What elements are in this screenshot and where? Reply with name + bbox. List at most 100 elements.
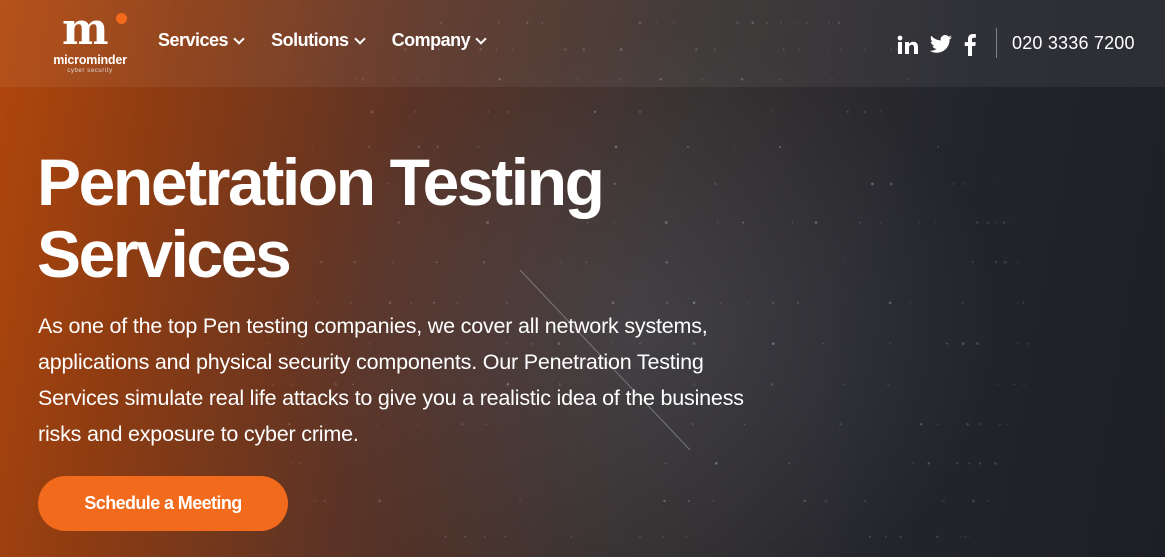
globe-dot	[410, 301, 413, 304]
logo-accent-dot	[116, 13, 127, 24]
globe-dot	[961, 342, 965, 346]
globe-dot	[414, 110, 417, 113]
facebook-icon[interactable]	[963, 33, 977, 57]
globe-dot	[963, 182, 967, 186]
globe-dot	[909, 342, 912, 345]
globe-dot	[638, 535, 642, 538]
globe-dot	[323, 500, 326, 502]
globe-dot	[720, 302, 722, 304]
nav-company-label: Company	[391, 30, 471, 50]
nav-solutions[interactable]: Solutions	[271, 30, 366, 51]
linkedin-icon[interactable]	[897, 33, 919, 57]
globe-dot	[388, 301, 392, 305]
globe-dot	[588, 462, 590, 465]
globe-dot	[937, 423, 939, 425]
globe-dot	[474, 500, 477, 502]
globe-dot	[1010, 342, 1012, 345]
globe-dot	[1022, 382, 1026, 386]
globe-dot	[983, 183, 985, 185]
nav-services[interactable]: Services	[158, 30, 245, 51]
globe-dot	[960, 535, 962, 538]
globe-dot	[843, 383, 846, 386]
globe-dot	[662, 536, 664, 538]
globe-dot	[638, 110, 642, 114]
globe-dot	[1011, 221, 1014, 224]
globe-dot	[889, 342, 892, 345]
globe-dot	[968, 536, 970, 538]
globe-dot	[370, 110, 374, 114]
globe-dot	[942, 499, 946, 503]
globe-dot	[885, 536, 887, 538]
page-title: Penetration Testing Services	[37, 146, 757, 290]
globe-dot	[868, 535, 871, 538]
globe-dot	[1016, 301, 1019, 304]
globe-dot	[978, 462, 982, 465]
globe-dot	[444, 535, 447, 538]
globe-dot	[937, 145, 940, 148]
globe-dot	[1003, 260, 1007, 264]
globe-dot	[934, 221, 937, 224]
schedule-meeting-button[interactable]: Schedule a Meeting	[38, 476, 288, 531]
globe-dot	[998, 423, 1001, 426]
globe-dot	[964, 535, 967, 538]
globe-dot	[290, 462, 293, 465]
hero-description: As one of the top Pen testing companies,…	[38, 314, 744, 446]
globe-dot	[968, 462, 971, 465]
globe-dot	[861, 423, 864, 426]
twitter-icon[interactable]	[929, 33, 953, 57]
globe-dot	[746, 302, 748, 304]
globe-dot	[487, 110, 490, 113]
globe-dot	[846, 111, 849, 113]
top-navigation-bar: m microminder cyber security Services So…	[0, 0, 1165, 87]
header-divider	[996, 28, 997, 58]
globe-dot	[839, 423, 842, 426]
phone-number[interactable]: 020 3336 7200	[1012, 33, 1135, 54]
social-links	[897, 33, 977, 57]
globe-dot	[870, 182, 874, 186]
globe-dot	[946, 342, 949, 345]
globe-dot	[714, 462, 718, 465]
globe-dot	[506, 301, 508, 304]
globe-dot	[952, 182, 955, 186]
globe-dot	[1006, 423, 1009, 426]
globe-dot	[1017, 261, 1019, 264]
globe-dot	[880, 221, 882, 224]
globe-dot	[797, 301, 800, 304]
globe-dot	[824, 499, 828, 503]
globe-dot	[788, 462, 790, 465]
globe-dot	[711, 499, 715, 503]
globe-dot	[909, 302, 911, 304]
globe-dot	[687, 500, 690, 502]
globe-dot	[971, 499, 975, 503]
globe-dot	[507, 110, 510, 114]
globe-dot	[995, 221, 998, 224]
nav-solutions-label: Solutions	[271, 30, 349, 50]
globe-dot	[956, 462, 959, 465]
globe-dot	[936, 535, 939, 538]
nav-company[interactable]: Company	[391, 30, 487, 51]
microminder-logo[interactable]: m microminder cyber security	[48, 8, 132, 76]
globe-dot	[863, 110, 866, 113]
globe-dot	[518, 499, 522, 503]
globe-dot	[663, 499, 666, 503]
globe-dot	[888, 301, 892, 305]
logo-wordmark: microminder	[53, 53, 127, 67]
globe-dot	[314, 500, 316, 502]
globe-dot	[692, 301, 696, 305]
globe-dot	[449, 111, 451, 113]
globe-dot	[378, 499, 381, 503]
globe-dot	[975, 221, 979, 224]
globe-dot	[899, 535, 903, 539]
globe-dot	[611, 301, 615, 305]
globe-dot	[927, 462, 931, 465]
globe-dot	[911, 462, 914, 465]
globe-dot	[350, 302, 352, 304]
globe-dot	[456, 301, 459, 305]
globe-dot	[593, 110, 597, 114]
globe-dot	[665, 301, 669, 305]
globe-dot	[971, 261, 974, 264]
globe-dot	[463, 535, 466, 538]
globe-dot	[945, 302, 948, 304]
globe-dot	[966, 423, 969, 426]
globe-dot	[879, 111, 882, 113]
